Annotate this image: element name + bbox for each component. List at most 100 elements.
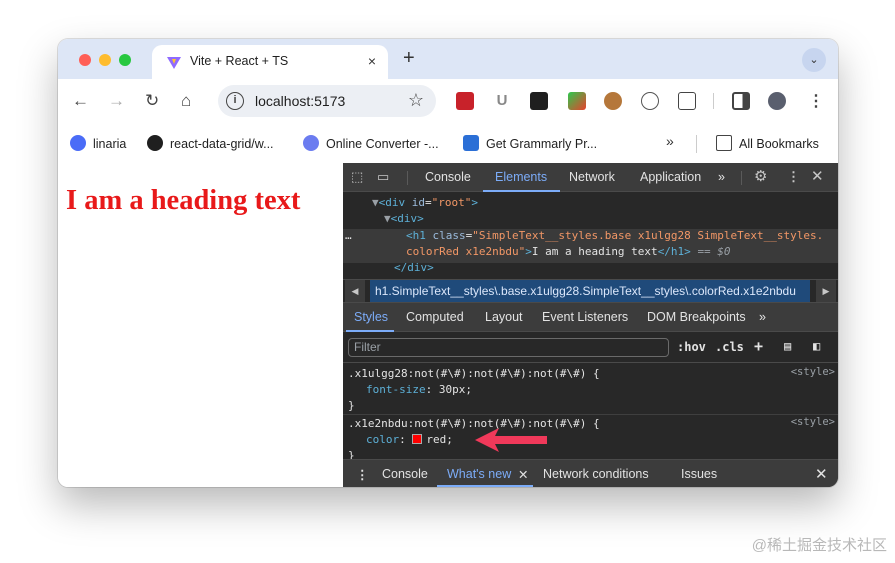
dom-node-h1-cont[interactable]: colorRed x1e2nbdu">I am a heading text</… [406, 244, 731, 260]
close-drawer-icon[interactable]: ✕ [815, 465, 828, 483]
subtab-styles[interactable]: Styles [354, 310, 388, 324]
tab-elements[interactable]: Elements [495, 170, 547, 184]
subtab-computed[interactable]: Computed [406, 310, 464, 324]
drawer-tab-issues[interactable]: Issues [681, 467, 717, 481]
toolbar-divider [407, 171, 408, 185]
all-bookmarks[interactable]: All Bookmarks [716, 135, 819, 151]
subtab-layout[interactable]: Layout [485, 310, 523, 324]
dom-node-div-end[interactable]: </div> [394, 260, 434, 276]
new-rule-icon[interactable]: + [754, 337, 763, 355]
annotation-arrow-icon [475, 428, 547, 452]
folder-icon [716, 135, 732, 151]
tag-name: <div [378, 196, 406, 209]
drawer-tab-close-icon[interactable]: ✕ [518, 467, 528, 482]
settings-gear-icon[interactable]: ⚙ [754, 167, 767, 185]
home-icon[interactable]: ⌂ [181, 91, 191, 111]
hov-toggle[interactable]: :hov [677, 340, 706, 354]
site-info-icon[interactable]: i [226, 92, 244, 110]
browser-tab[interactable]: Vite + React + TS × [152, 45, 388, 79]
side-panel-icon[interactable] [732, 92, 750, 110]
extensions-puzzle-icon[interactable] [678, 92, 696, 110]
rule-source[interactable]: <style> [791, 366, 835, 378]
tab-search-button[interactable]: ⌄ [802, 48, 826, 72]
dom-node-div-root[interactable]: ▼<div id="root"> [372, 195, 478, 211]
attr-value: colorRed x1e2nbdu" [406, 245, 526, 258]
drawer-menu-icon[interactable]: ⋮ [356, 467, 369, 482]
cls-toggle[interactable]: .cls [715, 340, 744, 354]
rule-declaration[interactable]: font-size: 30px; [366, 382, 472, 398]
device-toggle-icon[interactable]: ▭ [377, 169, 389, 185]
browser-window: Vite + React + TS × + ⌄ ← → ↻ ⌂ i localh… [58, 39, 838, 487]
close-devtools-icon[interactable]: ✕ [811, 167, 824, 185]
active-tab-indicator [483, 190, 560, 192]
reload-icon[interactable]: ↻ [145, 91, 159, 111]
inspect-element-icon[interactable]: ⬚ [351, 169, 363, 185]
address-bar[interactable]: i localhost:5173 ☆ [218, 85, 436, 117]
bookmarks-overflow-icon[interactable]: » [666, 133, 674, 149]
linaria-icon [70, 135, 86, 151]
menu-dots-icon[interactable]: ⋮ [808, 91, 824, 111]
subtabs-more-icon[interactable]: » [759, 310, 766, 324]
styles-filter-bar: Filter :hov .cls + ▤ ◧ [343, 333, 838, 363]
forward-icon[interactable]: → [108, 91, 125, 111]
tab-close-icon[interactable]: × [368, 53, 376, 69]
tab-network[interactable]: Network [569, 170, 615, 184]
dom-node-div[interactable]: ▼<div> [384, 211, 424, 227]
back-icon[interactable]: ← [72, 91, 89, 111]
styles-subtabs: Styles Computed Layout Event Listeners D… [343, 303, 838, 332]
dom-ellipsis[interactable]: … [345, 228, 352, 244]
tag-name: </div> [394, 261, 434, 274]
rule-declaration[interactable]: color: red; [366, 432, 453, 448]
browser-toolbar: ← → ↻ ⌂ i localhost:5173 ☆ U ⋮ [58, 79, 838, 123]
paint-brush-icon[interactable]: ▤ [784, 339, 791, 353]
tab-console[interactable]: Console [425, 170, 471, 184]
color-swatch[interactable] [412, 434, 423, 444]
property-name: color [366, 433, 400, 446]
url-text[interactable]: localhost:5173 [255, 93, 345, 109]
drawer-tab-network-conditions[interactable]: Network conditions [543, 467, 649, 481]
rule-close: } [348, 399, 355, 412]
end-tag: </h1> [657, 245, 691, 258]
subtab-dom-breakpoints[interactable]: DOM Breakpoints [647, 310, 746, 324]
extension-color-icon[interactable] [568, 92, 586, 110]
close-window-button[interactable] [79, 54, 91, 66]
bookmark-grammarly[interactable]: Get Grammarly Pr... [463, 135, 597, 151]
bookmark-react-data-grid[interactable]: react-data-grid/w... [147, 135, 274, 151]
tab-strip: Vite + React + TS × + ⌄ [58, 39, 838, 79]
cookie-icon[interactable] [604, 92, 622, 110]
rule-source[interactable]: <style> [791, 416, 835, 428]
bookmark-online-converter[interactable]: Online Converter -... [303, 135, 439, 151]
screenshot-stage: Vite + React + TS × + ⌄ ← → ↻ ⌂ i localh… [0, 0, 895, 563]
new-tab-button[interactable]: + [403, 47, 415, 70]
web-page: I am a heading text [58, 163, 343, 487]
tab-application[interactable]: Application [640, 170, 701, 184]
extension-circle-icon[interactable] [641, 92, 659, 110]
breadcrumb-selected[interactable]: h1.SimpleText__styles\.base.x1ulgg28.Sim… [370, 280, 810, 302]
toolbar-divider [713, 93, 714, 109]
subtab-event-listeners[interactable]: Event Listeners [542, 310, 628, 324]
dom-node-h1[interactable]: <h1 class="SimpleText__styles.base x1ulg… [406, 228, 823, 244]
minimize-window-button[interactable] [99, 54, 111, 66]
avatar[interactable] [768, 92, 786, 110]
drawer-tab-console[interactable]: Console [382, 467, 428, 481]
more-tabs-icon[interactable]: » [718, 170, 725, 184]
bookmark-linaria[interactable]: linaria [70, 135, 126, 151]
crumb-scroll-left-icon[interactable]: ◀ [345, 280, 365, 302]
sidebar-toggle-icon[interactable]: ◧ [813, 339, 820, 353]
devtools-drawer: ⋮ Console What's new ✕ Network condition… [343, 459, 838, 487]
node-text: I am a heading text [531, 245, 658, 258]
bookmark-label: Get Grammarly Pr... [486, 137, 598, 151]
bookmark-star-icon[interactable]: ☆ [408, 90, 424, 111]
more-options-icon[interactable]: ⋮ [787, 169, 800, 185]
extension-red-icon[interactable] [456, 92, 474, 110]
github-icon [147, 135, 163, 151]
zoom-window-button[interactable] [119, 54, 131, 66]
drawer-tab-whats-new[interactable]: What's new [447, 467, 511, 481]
extension-dark-icon[interactable] [530, 92, 548, 110]
filter-input[interactable]: Filter [348, 338, 669, 357]
devtools-toolbar: ⬚ ▭ Console Elements Network Application… [343, 163, 838, 192]
rule-selector[interactable]: .x1ulgg28:not(#\#):not(#\#):not(#\#) { [348, 366, 600, 382]
extension-u-icon[interactable]: U [493, 92, 511, 110]
converter-icon [303, 135, 319, 151]
crumb-scroll-right-icon[interactable]: ▶ [816, 280, 836, 302]
